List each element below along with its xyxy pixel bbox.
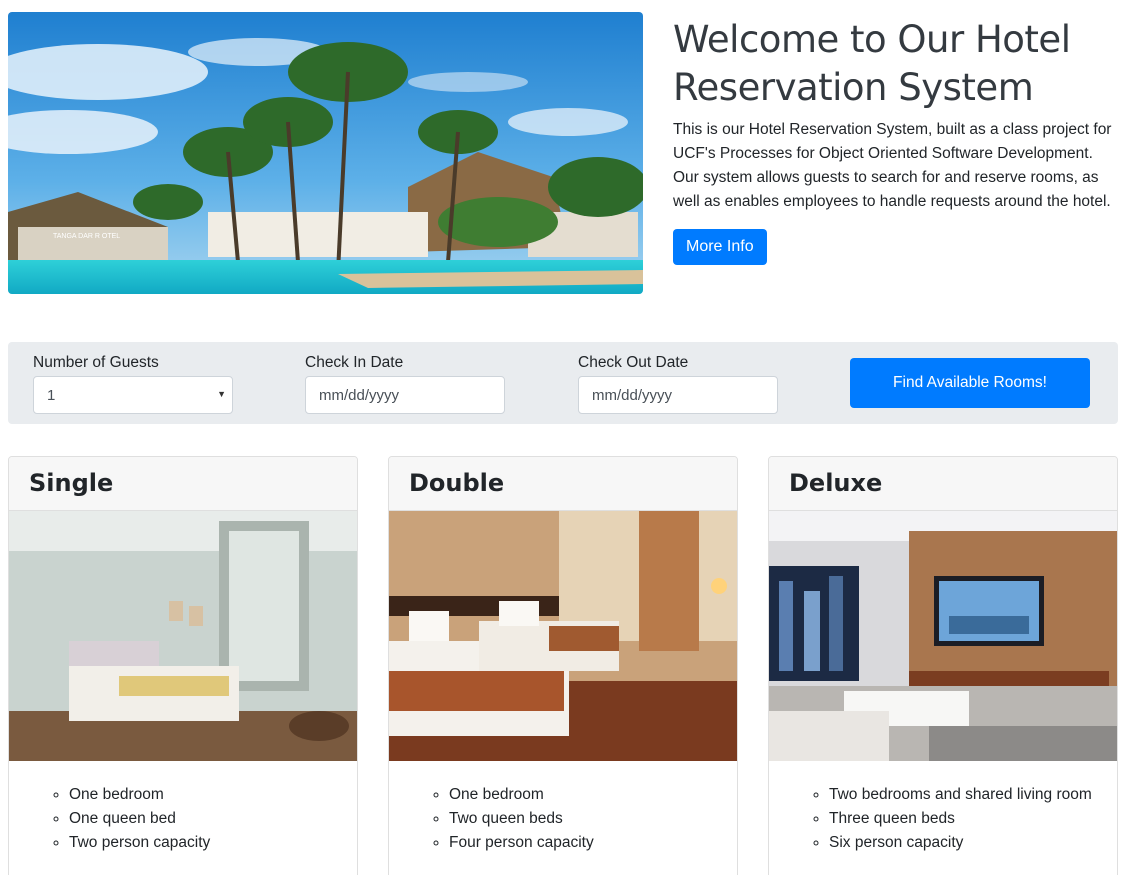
hero-description: This is our Hotel Reservation System, bu…: [673, 121, 1112, 210]
room-features: Two bedrooms and shared living room Thre…: [769, 761, 1117, 855]
guests-label: Number of Guests: [33, 354, 159, 371]
room-image: [769, 511, 1117, 761]
hero-image: TANGA DAR R OTEL: [8, 12, 643, 294]
room-image: [389, 511, 737, 761]
list-item: Two bedrooms and shared living room: [829, 783, 1097, 807]
guests-field: Number of Guests 1 ▼: [33, 354, 233, 414]
room-card-deluxe: Deluxe Two bedrooms and shared living ro…: [768, 456, 1118, 875]
list-item: One bedroom: [449, 783, 717, 807]
list-item: Six person capacity: [829, 831, 1097, 855]
checkout-date-input[interactable]: mm/dd/yyyy: [578, 376, 778, 414]
list-item: Two queen beds: [449, 807, 717, 831]
guests-value: 1: [47, 387, 56, 404]
list-item: One bedroom: [69, 783, 337, 807]
room-title: Double: [389, 457, 737, 511]
room-card-single: Single One bedroom One queen bed Two per…: [8, 456, 358, 875]
guests-select[interactable]: 1 ▼: [33, 376, 233, 414]
more-info-button[interactable]: More Info: [673, 229, 767, 265]
list-item: Two person capacity: [69, 831, 337, 855]
list-item: One queen bed: [69, 807, 337, 831]
room-features: One bedroom One queen bed Two person cap…: [9, 761, 357, 855]
checkin-field: Check In Date mm/dd/yyyy: [305, 354, 505, 414]
checkout-field: Check Out Date mm/dd/yyyy: [578, 354, 778, 414]
room-search-form: Number of Guests 1 ▼ Check In Date mm/dd…: [8, 342, 1118, 424]
list-item: Three queen beds: [829, 807, 1097, 831]
list-item: Four person capacity: [449, 831, 717, 855]
room-image: [9, 511, 357, 761]
checkin-date-input[interactable]: mm/dd/yyyy: [305, 376, 505, 414]
hero-section: Welcome to Our Hotel Reservation System …: [673, 16, 1123, 265]
room-title: Single: [9, 457, 357, 511]
find-available-rooms-button[interactable]: Find Available Rooms!: [850, 358, 1090, 408]
checkout-label: Check Out Date: [578, 354, 689, 371]
room-title: Deluxe: [769, 457, 1117, 511]
room-features: One bedroom Two queen beds Four person c…: [389, 761, 737, 855]
checkin-label: Check In Date: [305, 354, 404, 371]
svg-text:TANGA DAR R OTEL: TANGA DAR R OTEL: [53, 233, 120, 240]
room-card-double: Double One bedroom Two queen beds Four p…: [388, 456, 738, 875]
chevron-down-icon: ▼: [217, 389, 226, 399]
page-title: Welcome to Our Hotel Reservation System: [673, 18, 1071, 109]
